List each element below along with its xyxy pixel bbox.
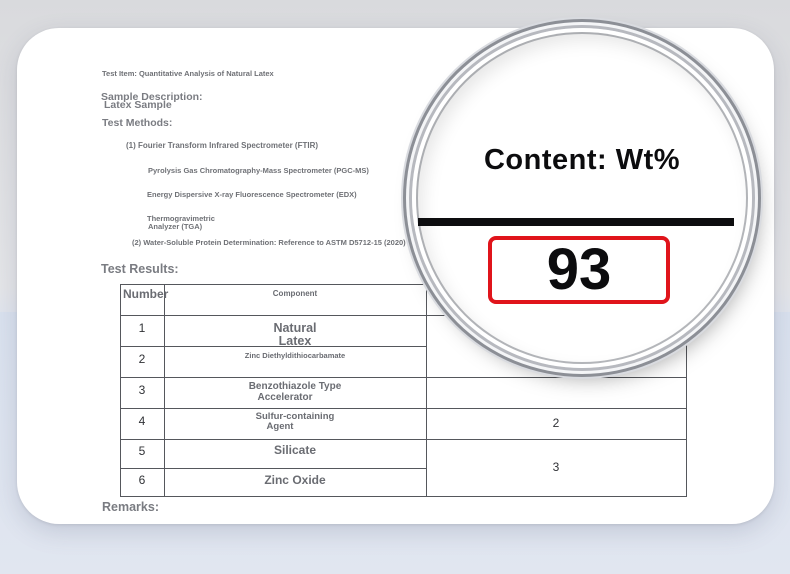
remarks-heading: Remarks: (102, 500, 159, 514)
row-component: Zinc Oxide (264, 473, 326, 487)
magnifier-ring (416, 32, 748, 364)
table-rule (120, 496, 687, 497)
test-item-text: Test Item: Quantitative Analysis of Natu… (102, 69, 274, 78)
magnifier-lens: Content: Wt% 93 (412, 28, 752, 368)
row-number: 6 (138, 473, 146, 487)
content-value-row4: 2 (552, 416, 560, 430)
row-component: Natural Latex (273, 321, 317, 349)
table-rule (120, 439, 687, 440)
content-value: 93 (546, 237, 612, 302)
row-number: 1 (138, 321, 146, 335)
header-component: Component (272, 289, 318, 298)
table-rule (120, 468, 426, 469)
method-edx: Energy Dispersive X-ray Fluorescence Spe… (147, 190, 357, 199)
header-number: Number (123, 287, 169, 301)
row-component: Sulfur-containing Agent (255, 411, 335, 432)
method-tga-line2: Analyzer (TGA) (148, 222, 203, 231)
method-protein: (2) Water-Soluble Protein Determination:… (132, 238, 406, 247)
row-number: 5 (138, 444, 146, 458)
row-component: Silicate (273, 443, 317, 457)
sample-description-value: Latex Sample (104, 99, 172, 111)
table-rule (120, 408, 687, 409)
test-methods-heading: Test Methods: (102, 117, 173, 129)
test-results-heading: Test Results: (101, 262, 179, 276)
content-value-rows56: 3 (552, 460, 560, 474)
method-pgc-ms: Pyrolysis Gas Chromatography-Mass Spectr… (148, 166, 369, 175)
highlighted-value-box: 93 (488, 236, 670, 304)
table-rule (120, 377, 687, 378)
content-heading: Content: Wt% (483, 144, 681, 176)
row-component: Benzothiazole Type Accelerator (248, 381, 342, 403)
method-ftir: (1) Fourier Transform Infrared Spectrome… (126, 141, 319, 150)
row-number: 2 (138, 352, 146, 366)
divider-bar (418, 218, 734, 226)
row-component: Zinc Diethyldithiocarbamate (244, 351, 346, 360)
